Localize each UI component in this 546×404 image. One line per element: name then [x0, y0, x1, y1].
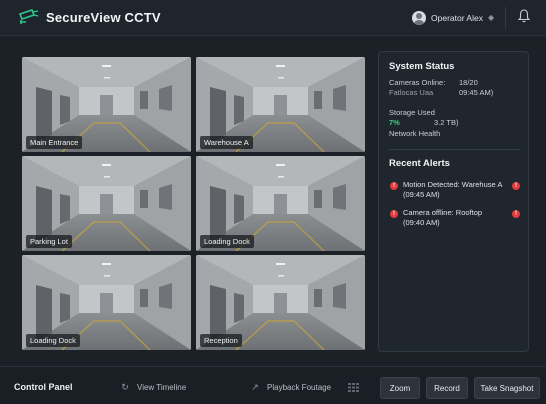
control-panel: Control Panel ↻ View Timeline ↗ Playback…: [0, 366, 546, 404]
zoom-button[interactable]: Zoom: [380, 377, 420, 399]
top-bar: SecureView CCTV Operator Alex ◆: [0, 0, 546, 36]
alert-icon: !: [390, 210, 398, 218]
camera-label: Parking Lot: [26, 235, 72, 248]
alert-title: Camera offline: Rooftop: [403, 208, 483, 217]
camera-grid: Main Entrance Warehouse A Parking Lot Lo…: [20, 55, 365, 351]
camera-feed[interactable]: Loading Dock: [22, 255, 191, 350]
alert-time: (09:40 AM): [403, 218, 440, 227]
failures-label: Fatlocas Uaa: [389, 88, 434, 97]
take-snapshot-button[interactable]: Take Snagshot: [474, 377, 540, 399]
camera-feed[interactable]: Warehouse A: [196, 57, 365, 152]
view-timeline-label: View Timeline: [137, 382, 187, 392]
alert-text: Camera offline: Rooftop (09:40 AM): [403, 208, 482, 228]
storage-size: 3.2 TB): [434, 118, 459, 127]
user-name: Operator Alex: [431, 13, 483, 23]
playback-footage-link[interactable]: ↗ Playback Foutage: [250, 382, 331, 392]
playback-footage-label: Playback Foutage: [267, 382, 332, 392]
camera-label: Main Entrance: [26, 136, 83, 149]
camera-feed[interactable]: Main Entrance: [22, 57, 191, 152]
camera-feed[interactable]: Loading Dock: [196, 156, 365, 251]
network-health-label: Network Health: [389, 129, 441, 138]
shuffle-icon: ↗: [251, 382, 259, 392]
cameras-online-value: 18/20: [459, 78, 478, 87]
system-status-title: System Status: [389, 61, 455, 72]
camera-label: Warehouse A: [200, 136, 253, 149]
cameras-online-label: Cameras Online:: [389, 78, 446, 87]
chevron-right-icon: ◆: [487, 13, 495, 22]
control-panel-title: Control Panel: [14, 382, 73, 392]
alert-time: (09:45 AM): [403, 190, 440, 199]
camera-label: Loading Dock: [200, 235, 254, 248]
camera-label: Reception: [200, 334, 242, 347]
header-divider: [505, 7, 506, 29]
alert-title: Motion Detected: Warehuse A: [403, 180, 503, 189]
camera-feed[interactable]: Reception: [196, 255, 365, 350]
user-menu[interactable]: Operator Alex ◆: [412, 9, 498, 27]
storage-label: Storage Used: [389, 108, 435, 117]
camera-label: Loading Dock: [26, 334, 80, 347]
alert-text: Motion Detected: Warehuse A (09:45 AM): [403, 180, 502, 200]
storage-percent: 7%: [389, 118, 400, 127]
record-button[interactable]: Record: [426, 377, 468, 399]
section-divider: [389, 149, 520, 150]
grid-layout-icon[interactable]: [348, 383, 359, 392]
bell-icon[interactable]: [518, 9, 530, 23]
alert-icon: !: [390, 182, 398, 190]
recent-alerts-title: Recent Alerts: [389, 158, 450, 169]
history-icon: ↻: [121, 382, 129, 392]
avatar: [412, 11, 426, 25]
system-status-card: System Status Cameras Online: 18/20 Fatl…: [378, 51, 529, 352]
alert-icon: !: [512, 182, 520, 190]
app-title: SecureView CCTV: [46, 10, 161, 25]
camera-logo-icon: [18, 9, 39, 24]
view-timeline-link[interactable]: ↻ View Timeline: [120, 382, 186, 392]
alert-icon: !: [512, 210, 520, 218]
failures-time: 09:45 AM): [459, 88, 494, 97]
camera-feed[interactable]: Parking Lot: [22, 156, 191, 251]
